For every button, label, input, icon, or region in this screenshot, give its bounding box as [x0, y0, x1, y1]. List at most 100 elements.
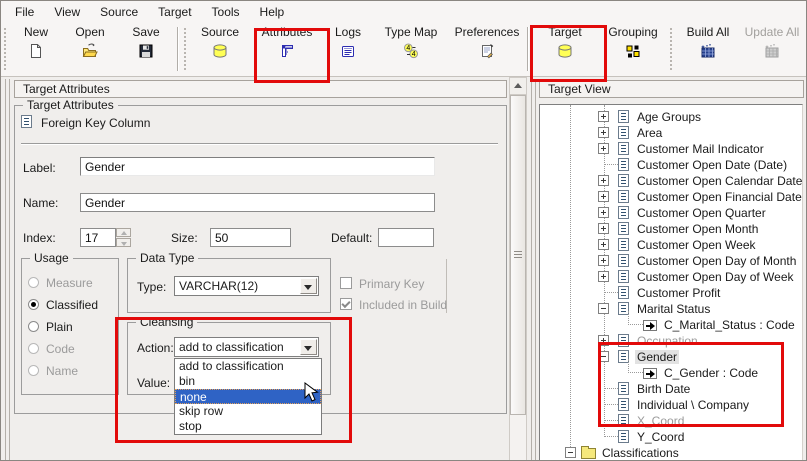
usage-legend: Usage	[30, 251, 73, 265]
expand-plus-icon[interactable]	[598, 239, 609, 250]
index-input[interactable]	[80, 228, 116, 247]
tree-item-label: Customer Open Financial Date	[635, 190, 803, 204]
thumb-grip-icon	[514, 251, 522, 259]
menu-tools[interactable]: Tools	[202, 3, 250, 21]
tree-row-classifications[interactable]: Classifications	[540, 445, 802, 461]
menu-file[interactable]: File	[5, 3, 44, 21]
radio-name	[28, 365, 39, 376]
tree-row-marital-status[interactable]: Marital Status	[540, 301, 802, 317]
expand-plus-icon[interactable]	[598, 111, 609, 122]
attribute-icon	[618, 126, 629, 139]
tree-row-customer-profit[interactable]: Customer Profit	[540, 285, 802, 301]
left-panel-scrollbar[interactable]	[509, 77, 527, 461]
preferences-icon	[479, 42, 495, 60]
save-button[interactable]: Save	[117, 22, 175, 76]
tree-row-gender[interactable]: Gender	[540, 349, 802, 365]
logs-button[interactable]: Logs	[323, 22, 373, 76]
label-input[interactable]	[80, 157, 435, 176]
menu-bar: File View Source Target Tools Help	[1, 1, 806, 22]
type-combobox[interactable]: VARCHAR(12)	[174, 276, 319, 296]
expand-plus-icon[interactable]	[598, 127, 609, 138]
attributes-button[interactable]: Attributes	[251, 22, 323, 76]
menu-source[interactable]: Source	[90, 3, 148, 21]
preferences-button[interactable]: Preferences	[449, 22, 525, 76]
radio-classified[interactable]	[28, 299, 39, 310]
tree-row-age-groups[interactable]: Age Groups	[540, 109, 802, 125]
svg-text:4: 4	[406, 45, 410, 52]
name-input[interactable]	[80, 193, 435, 212]
expand-plus-icon[interactable]	[598, 207, 609, 218]
expand-plus-icon[interactable]	[598, 143, 609, 154]
tree-row-customer-open-date-date[interactable]: Customer Open Date (Date)	[540, 157, 802, 173]
dropdown-option-skip-row[interactable]: skip row	[175, 404, 321, 419]
new-button[interactable]: New	[9, 22, 63, 76]
dropdown-option-stop[interactable]: stop	[175, 419, 321, 434]
chevron-down-icon[interactable]	[300, 339, 317, 355]
menu-help[interactable]: Help	[250, 3, 295, 21]
dropdown-option-none[interactable]: none	[175, 389, 321, 404]
build-all-button[interactable]: Build All	[675, 22, 741, 76]
expand-plus-icon[interactable]	[598, 223, 609, 234]
expand-plus-icon[interactable]	[598, 191, 609, 202]
chevron-down-icon[interactable]	[300, 278, 317, 294]
application-window: File View Source Target Tools Help New O…	[0, 0, 807, 461]
grouping-button[interactable]: Grouping	[599, 22, 667, 76]
right-panel-header: Target View	[539, 80, 804, 98]
tree-item-label: Customer Open Day of Month	[635, 254, 798, 268]
expand-plus-icon[interactable]	[598, 175, 609, 186]
type-value: VARCHAR(12)	[179, 279, 300, 293]
tree-row-customer-open-month[interactable]: Customer Open Month	[540, 221, 802, 237]
collapse-minus-icon[interactable]	[565, 447, 576, 458]
tree-row-x-coord[interactable]: X_Coord	[540, 413, 802, 429]
menu-target[interactable]: Target	[148, 3, 201, 21]
collapse-minus-icon[interactable]	[598, 351, 609, 362]
tree-row-customer-open-calendar-date[interactable]: Customer Open Calendar Date	[540, 173, 802, 189]
target-tree[interactable]: Age GroupsAreaCustomer Mail IndicatorCus…	[539, 104, 803, 461]
default-caption: Default:	[331, 231, 372, 245]
radio-name-label: Name	[46, 364, 78, 378]
tree-row-c-marital-status-code[interactable]: C_Marital_Status : Code	[540, 317, 802, 333]
radio-plain[interactable]	[28, 321, 39, 332]
tree-row-occupation[interactable]: Occupation	[540, 333, 802, 349]
tree-row-customer-open-day-of-month[interactable]: Customer Open Day of Month	[540, 253, 802, 269]
menu-view[interactable]: View	[44, 3, 90, 21]
dropdown-option-bin[interactable]: bin	[175, 374, 321, 389]
dropdown-option-add-to-classification[interactable]: add to classification	[175, 359, 321, 374]
tree-row-birth-date[interactable]: Birth Date	[540, 381, 802, 397]
tree-row-customer-mail-indicator[interactable]: Customer Mail Indicator	[540, 141, 802, 157]
spinner-down-icon[interactable]	[116, 238, 131, 247]
expand-plus-icon[interactable]	[598, 271, 609, 282]
tree-row-y-coord[interactable]: Y_Coord	[540, 429, 802, 445]
toolbar-separator	[527, 27, 529, 71]
index-spinner[interactable]	[116, 228, 131, 247]
source-button[interactable]: Source	[189, 22, 251, 76]
collapse-minus-icon[interactable]	[598, 303, 609, 314]
open-folder-icon	[82, 42, 99, 60]
tree-row-c-gender-code[interactable]: C_Gender : Code	[540, 365, 802, 381]
type-map-button[interactable]: 44 Type Map	[373, 22, 449, 76]
scroll-up-icon[interactable]	[510, 78, 526, 95]
scrollbar-thumb[interactable]	[510, 95, 526, 415]
size-input[interactable]	[210, 228, 291, 247]
default-input[interactable]	[378, 228, 434, 247]
tree-row-customer-open-day-of-week[interactable]: Customer Open Day of Week	[540, 269, 802, 285]
tree-row-customer-open-week[interactable]: Customer Open Week	[540, 237, 802, 253]
expand-plus-icon[interactable]	[598, 255, 609, 266]
tree-row-customer-open-quarter[interactable]: Customer Open Quarter	[540, 205, 802, 221]
tree-row-customer-open-financial-date[interactable]: Customer Open Financial Date	[540, 189, 802, 205]
tree-item-label: C_Marital_Status : Code	[662, 318, 797, 332]
target-button[interactable]: Target	[531, 22, 599, 76]
action-dropdown-list: add to classification bin none skip row …	[174, 358, 322, 435]
open-button[interactable]: Open	[63, 22, 117, 76]
tree-item-label: Gender	[635, 350, 679, 364]
tree-connector	[604, 388, 618, 390]
tree-row-area[interactable]: Area	[540, 125, 802, 141]
tree-connector	[628, 372, 643, 374]
tree-connector	[604, 292, 618, 294]
action-combobox[interactable]: add to classification	[174, 337, 319, 357]
groupbox-legend: Target Attributes	[23, 98, 118, 112]
expand-plus-icon[interactable]	[598, 335, 609, 346]
tree-row-individual-company[interactable]: Individual \ Company	[540, 397, 802, 413]
tree-item-label: Customer Open Date (Date)	[635, 158, 789, 172]
spinner-up-icon[interactable]	[116, 228, 131, 237]
